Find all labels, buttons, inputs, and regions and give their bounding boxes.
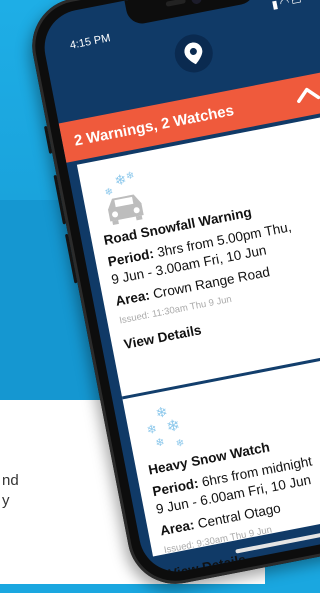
snowflakes-icon: ❄ ❄ ❄ ❄ ❄ [146,404,186,450]
svg-text:❄: ❄ [104,186,114,198]
svg-text:❄: ❄ [175,438,185,450]
battery-icon: ▭ [290,0,305,8]
view-details-link[interactable]: View Details [123,322,203,352]
speaker [165,0,187,7]
background-text-line1: nd [2,472,19,489]
notch [124,0,258,27]
background-text-line2: y [2,492,10,509]
svg-text:❄: ❄ [165,415,182,436]
alert-card[interactable]: ❄ ❄ ❄ ❄ ❄ Heavy Snow Watch Period: 6hrs … [123,354,320,578]
area-label: Area: [158,517,196,539]
front-camera [190,0,203,5]
status-time: 4:15 PM [68,32,112,52]
svg-text:❄: ❄ [154,435,166,450]
car-snow-icon: ❄ ❄ ❄ [104,170,144,225]
chevron-up-icon[interactable] [294,83,320,104]
location-button[interactable] [171,31,217,76]
svg-text:❄: ❄ [146,422,159,438]
svg-text:❄: ❄ [125,170,135,182]
status-icons: ▮◠▭ [271,0,305,12]
alert-card[interactable]: ❄ ❄ ❄ Road Snowfall Warning Period: 3hrs… [79,124,320,393]
area-label: Area: [114,287,151,309]
location-pin-icon [184,42,203,65]
